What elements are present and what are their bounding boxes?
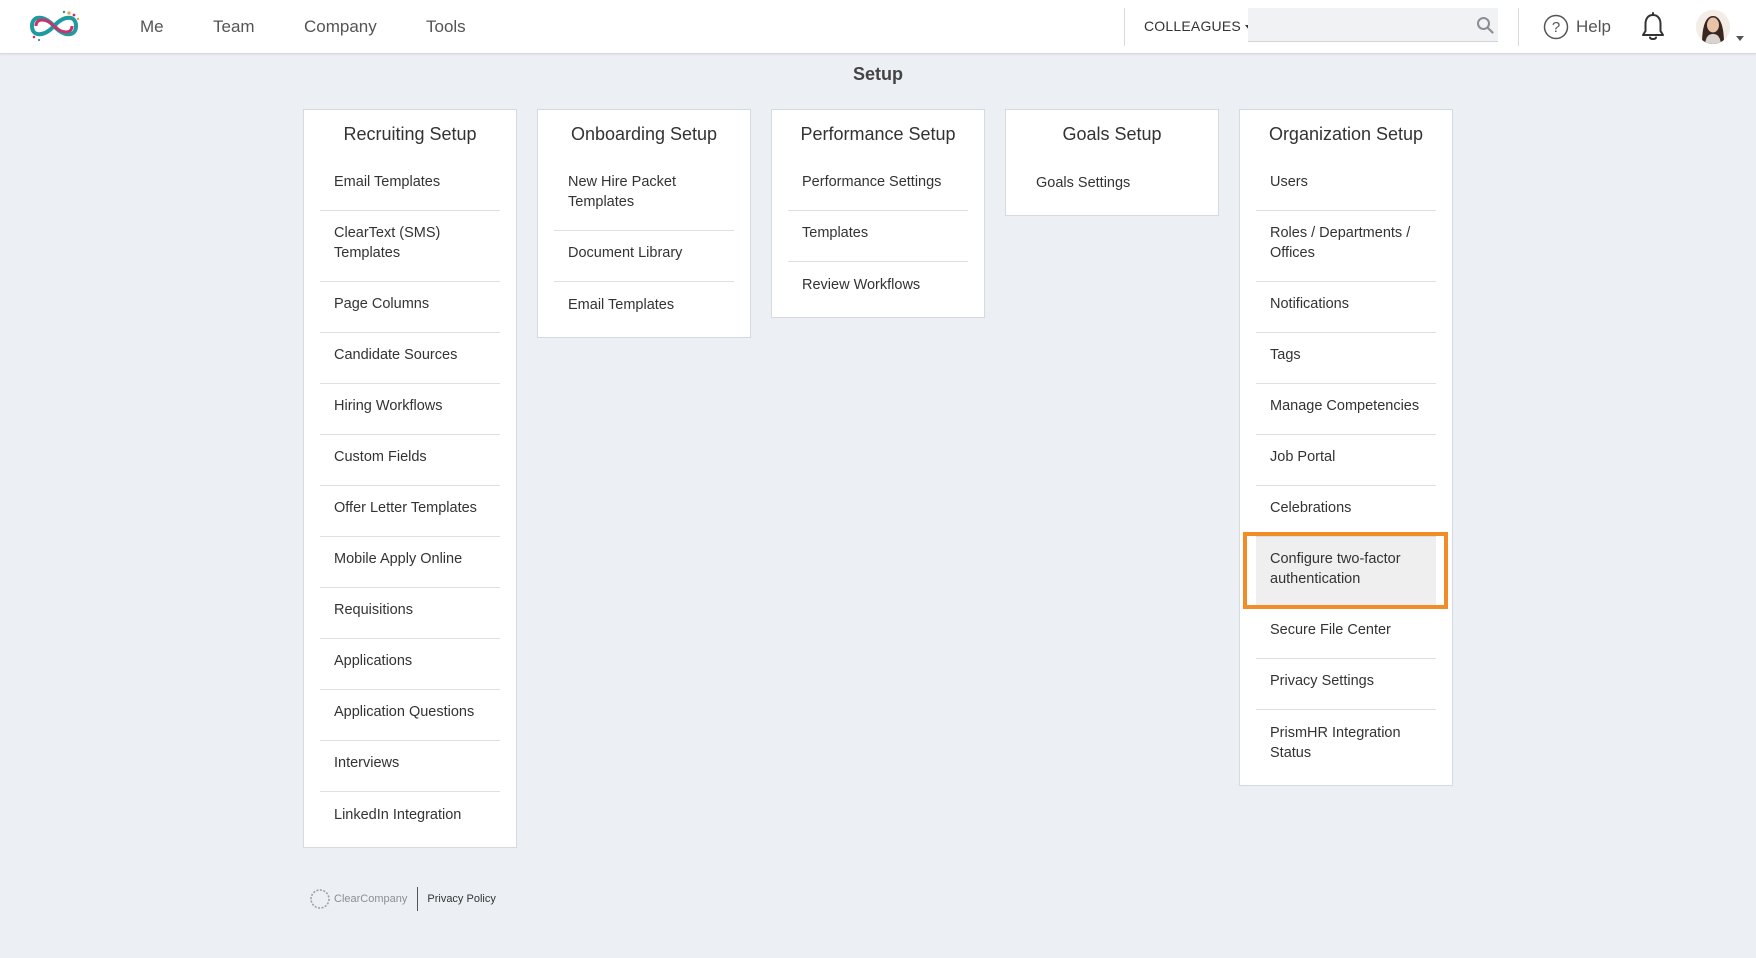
footer-divider xyxy=(417,887,419,911)
setup-link-page-columns[interactable]: Page Columns xyxy=(320,282,500,333)
question-circle-icon: ? xyxy=(1543,14,1569,40)
setup-link-interviews[interactable]: Interviews xyxy=(320,741,500,792)
page-title: Setup xyxy=(852,64,903,84)
setup-link-configure-two-factor-authentication[interactable]: Configure two-factor authentication xyxy=(1256,537,1436,608)
top-navigation-bar: Me Team Company Tools COLLEAGUES ? Help xyxy=(0,0,1756,54)
setup-link-prismhr-integration-status[interactable]: PrismHR Integration Status xyxy=(1256,710,1436,781)
setup-link-roles-departments-offices[interactable]: Roles / Departments / Offices xyxy=(1256,211,1436,282)
card-title: Goals Setup xyxy=(1062,124,1162,144)
setup-link-email-templates[interactable]: Email Templates xyxy=(554,282,734,333)
nav-divider xyxy=(1124,8,1125,46)
user-photo-icon xyxy=(1696,10,1730,44)
setup-link-offer-letter-templates[interactable]: Offer Letter Templates xyxy=(320,486,500,537)
user-avatar[interactable] xyxy=(1696,10,1730,44)
setup-link-job-portal[interactable]: Job Portal xyxy=(1256,435,1436,486)
privacy-policy-link[interactable]: Privacy Policy xyxy=(427,893,495,905)
setup-link-tags[interactable]: Tags xyxy=(1256,333,1436,384)
setup-link-candidate-sources[interactable]: Candidate Sources xyxy=(320,333,500,384)
nav-link-team[interactable]: Team xyxy=(213,17,255,37)
setup-link-applications[interactable]: Applications xyxy=(320,639,500,690)
nav-divider xyxy=(1518,8,1519,46)
setup-link-custom-fields[interactable]: Custom Fields xyxy=(320,435,500,486)
company-logo-icon[interactable] xyxy=(22,7,86,45)
setup-link-users[interactable]: Users xyxy=(1256,160,1436,211)
setup-link-manage-competencies[interactable]: Manage Competencies xyxy=(1256,384,1436,435)
nav-link-me[interactable]: Me xyxy=(140,17,164,37)
help-label: Help xyxy=(1576,17,1611,36)
performance-setup-card: Performance Setup Performance Settings T… xyxy=(771,109,985,318)
setup-link-new-hire-packet-templates[interactable]: New Hire Packet Templates xyxy=(554,160,734,231)
search-input[interactable] xyxy=(1248,8,1498,42)
chevron-down-icon[interactable] xyxy=(1736,36,1744,41)
notification-bell-icon[interactable] xyxy=(1640,12,1666,42)
search-icon[interactable] xyxy=(1476,16,1494,34)
setup-link-mobile-apply-online[interactable]: Mobile Apply Online xyxy=(320,537,500,588)
search-scope-dropdown[interactable]: COLLEAGUES xyxy=(1144,18,1253,34)
clearcompany-ring-icon xyxy=(310,889,330,909)
setup-link-secure-file-center[interactable]: Secure File Center xyxy=(1256,608,1436,659)
setup-link-cleartext-sms-templates[interactable]: ClearText (SMS) Templates xyxy=(320,211,500,282)
search-scope-label: COLLEAGUES xyxy=(1144,18,1241,34)
setup-link-linkedin-integration[interactable]: LinkedIn Integration xyxy=(320,792,500,843)
clearcompany-brand-name: ClearCompany xyxy=(334,893,408,905)
setup-link-hiring-workflows[interactable]: Hiring Workflows xyxy=(320,384,500,435)
setup-link-application-questions[interactable]: Application Questions xyxy=(320,690,500,741)
goals-setup-card: Goals Setup Goals Settings xyxy=(1005,109,1219,216)
setup-link-templates[interactable]: Templates xyxy=(788,211,968,262)
help-button[interactable]: ? Help xyxy=(1543,13,1611,41)
nav-link-tools[interactable]: Tools xyxy=(426,17,466,37)
setup-link-privacy-settings[interactable]: Privacy Settings xyxy=(1256,659,1436,710)
setup-link-notifications[interactable]: Notifications xyxy=(1256,282,1436,333)
setup-link-requisitions[interactable]: Requisitions xyxy=(320,588,500,639)
footer: ClearCompany Privacy Policy xyxy=(308,886,496,912)
setup-link-goals-settings[interactable]: Goals Settings xyxy=(1022,160,1202,211)
svg-text:?: ? xyxy=(1552,19,1560,36)
card-title: Performance Setup xyxy=(800,124,956,144)
card-title: Onboarding Setup xyxy=(570,124,718,144)
setup-link-celebrations[interactable]: Celebrations xyxy=(1256,486,1436,537)
setup-link-review-workflows[interactable]: Review Workflows xyxy=(788,262,968,313)
organization-setup-card: Organization Setup Users Roles / Departm… xyxy=(1239,109,1453,786)
clearcompany-logo[interactable]: ClearCompany xyxy=(308,887,407,911)
setup-link-performance-settings[interactable]: Performance Settings xyxy=(788,160,968,211)
recruiting-setup-card: Recruiting Setup Email Templates ClearTe… xyxy=(303,109,517,848)
onboarding-setup-card: Onboarding Setup New Hire Packet Templat… xyxy=(537,109,751,338)
setup-link-document-library[interactable]: Document Library xyxy=(554,231,734,282)
setup-link-email-templates[interactable]: Email Templates xyxy=(320,160,500,211)
card-title: Organization Setup xyxy=(1268,124,1424,144)
card-title: Recruiting Setup xyxy=(343,124,477,144)
nav-link-company[interactable]: Company xyxy=(304,17,377,37)
